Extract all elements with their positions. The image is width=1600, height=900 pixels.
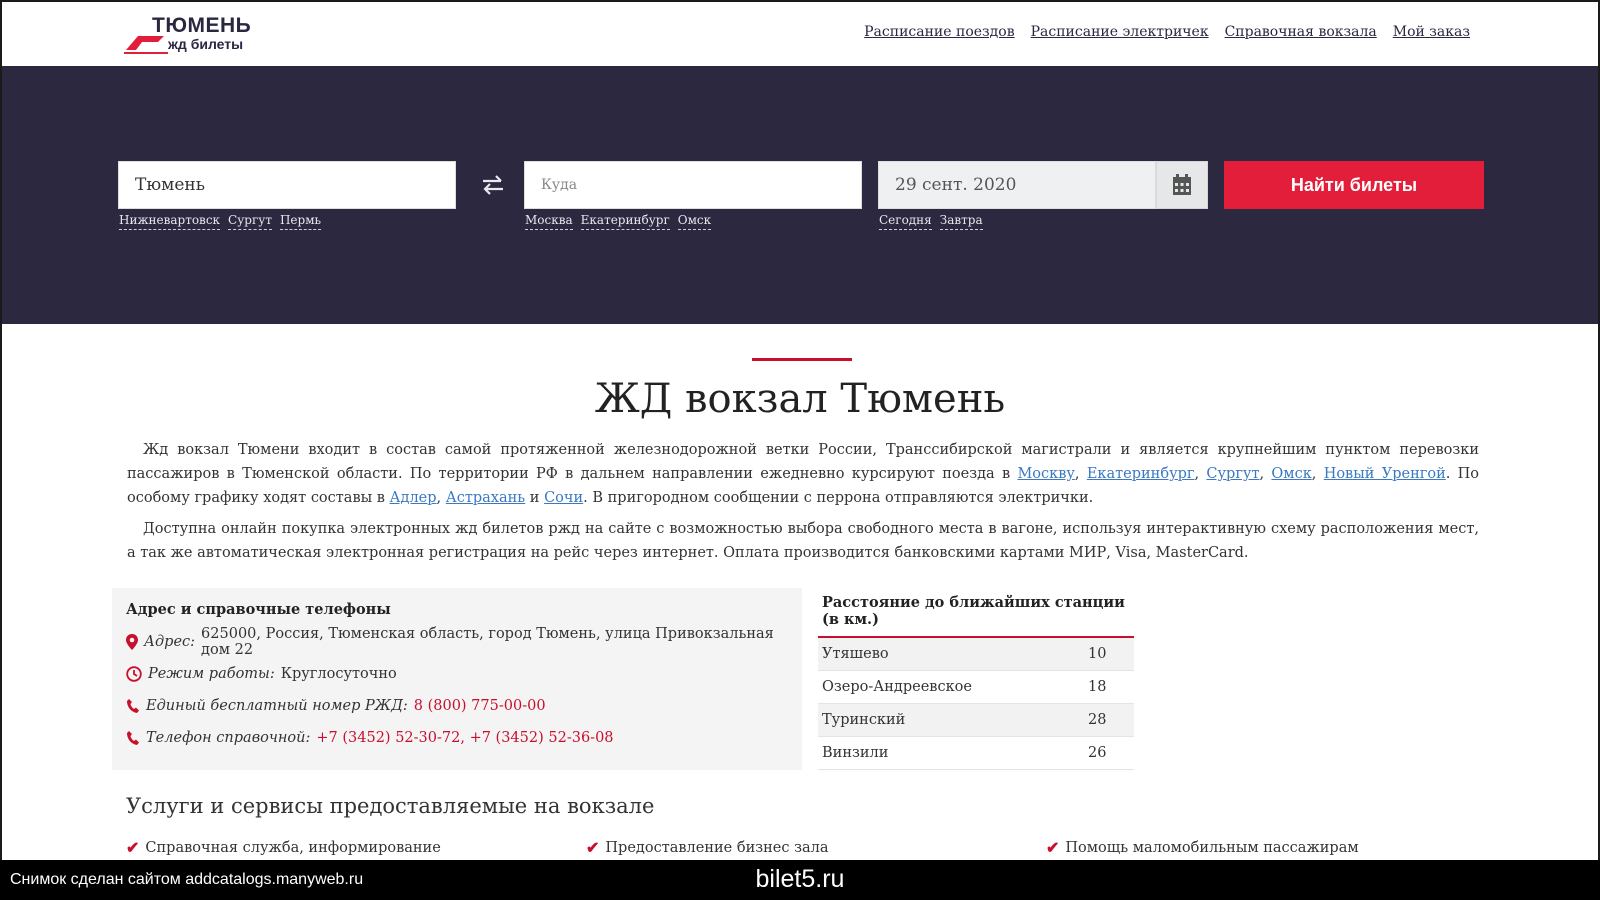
address-row: Адрес: 625000, Россия, Тюменская область…	[126, 626, 788, 658]
link-ekaterinburg[interactable]: Екатеринбург	[1087, 466, 1195, 482]
info-phone-value[interactable]: +7 (3452) 52-30-72, +7 (3452) 52-36-08	[316, 730, 613, 746]
main-nav: Расписание поездов Расписание электричек…	[864, 24, 1470, 40]
service-label: Справочная служба, информирование	[145, 839, 441, 856]
swap-button[interactable]	[478, 172, 508, 198]
find-tickets-button[interactable]: Найти билеты	[1224, 161, 1484, 209]
service-item: ✔ Предоставление бизнес зала	[586, 838, 829, 857]
link-sochi[interactable]: Сочи	[544, 490, 583, 506]
distance-table-title: Расстояние до ближайших станции (в км.)	[818, 590, 1134, 638]
intro-text-3: . В пригородном сообщении с перрона отпр…	[583, 490, 1094, 506]
quick-from-nizhnevartovsk[interactable]: Нижневартовск	[119, 213, 221, 230]
location-pin-icon	[126, 634, 138, 650]
page-frame: ТЮМЕНЬ жд билеты Расписание поездов Расп…	[0, 0, 1600, 860]
from-input[interactable]: Тюмень	[118, 161, 456, 209]
address-box: Адрес и справочные телефоны Адрес: 62500…	[112, 588, 802, 770]
service-label: Помощь маломобильным пассажирам	[1065, 839, 1359, 856]
intro-paragraph: Жд вокзал Тюмени входит в состав самой п…	[127, 442, 1480, 506]
watermark-center-text: bilet5.ru	[755, 865, 845, 893]
logo-title: ТЮМЕНЬ	[152, 14, 252, 37]
from-quick-links: Нижневартовск Сургут Пермь	[119, 213, 322, 230]
date-input[interactable]: 29 сент. 2020	[878, 161, 1156, 209]
date-quick-links: Сегодня Завтра	[879, 213, 983, 230]
calendar-icon	[1173, 174, 1191, 195]
purchase-paragraph: Доступна онлайн покупка электронных жд б…	[127, 521, 1479, 561]
nav-suburban-schedule[interactable]: Расписание электричек	[1031, 24, 1209, 40]
search-hero: Тюмень Куда 29 сент. 2020 Найти билеты Н…	[2, 66, 1598, 324]
address-value: 625000, Россия, Тюменская область, город…	[201, 626, 774, 658]
quick-to-omsk[interactable]: Омск	[677, 213, 712, 230]
service-label: Предоставление бизнес зала	[605, 839, 829, 856]
site-logo[interactable]: ТЮМЕНЬ жд билеты	[124, 14, 254, 58]
link-novy-urengoy[interactable]: Новый Уренгой	[1324, 466, 1446, 482]
link-astrakhan[interactable]: Астрахань	[446, 490, 525, 506]
quick-date-today[interactable]: Сегодня	[879, 213, 932, 230]
page-title: ЖД вокзал Тюмень	[594, 376, 1006, 422]
services-title: Услуги и сервисы предоставляемые на вокз…	[126, 794, 655, 818]
station-name: Утяшево	[822, 646, 889, 662]
hours-value: Круглосуточно	[280, 666, 397, 682]
free-phone-value[interactable]: 8 (800) 775-00-00	[414, 698, 546, 714]
phone-icon	[127, 731, 139, 745]
address-box-title: Адрес и справочные телефоны	[126, 601, 391, 618]
nav-train-schedule[interactable]: Расписание поездов	[864, 24, 1014, 40]
swap-arrows-icon	[483, 175, 503, 195]
quick-to-moscow[interactable]: Москва	[525, 213, 573, 230]
station-name: Туринский	[822, 712, 906, 728]
service-item: ✔ Помощь маломобильным пассажирам	[1046, 838, 1359, 857]
to-input[interactable]: Куда	[524, 161, 862, 209]
calendar-button[interactable]	[1156, 161, 1208, 209]
station-name: Винзили	[822, 745, 889, 761]
screenshot-watermark-bar: Снимок сделан сайтом addcatalogs.manyweb…	[0, 860, 1600, 900]
checkmark-icon: ✔	[126, 838, 140, 857]
quick-from-surgut[interactable]: Сургут	[228, 213, 272, 230]
table-row: Озеро-Андреевское 18	[818, 671, 1134, 704]
station-km: 10	[1088, 646, 1107, 662]
link-moscow[interactable]: Москву	[1017, 466, 1074, 482]
free-phone-label: Единый бесплатный номер РЖД:	[146, 698, 408, 714]
station-km: 28	[1088, 712, 1107, 728]
address-label: Адрес:	[144, 634, 196, 650]
quick-from-perm[interactable]: Пермь	[279, 213, 322, 230]
intro-and: и	[525, 490, 545, 506]
nav-station-info[interactable]: Справочная вокзала	[1225, 24, 1377, 40]
station-km: 26	[1088, 745, 1107, 761]
logo-subtitle: жд билеты	[168, 36, 244, 52]
checkmark-icon: ✔	[1046, 838, 1060, 857]
station-name: Озеро-Андреевское	[822, 679, 972, 695]
link-surgut[interactable]: Сургут	[1206, 466, 1259, 482]
nav-my-order[interactable]: Мой заказ	[1393, 24, 1470, 40]
top-header: ТЮМЕНЬ жд билеты Расписание поездов Расп…	[2, 2, 1598, 66]
table-row: Утяшево 10	[818, 638, 1134, 671]
service-item: ✔ Справочная служба, информирование	[126, 838, 441, 857]
checkmark-icon: ✔	[586, 838, 600, 857]
free-phone-row: Единый бесплатный номер РЖД: 8 (800) 775…	[126, 690, 788, 722]
info-phone-row: Телефон справочной: +7 (3452) 52-30-72, …	[126, 722, 788, 754]
clock-icon	[126, 666, 142, 682]
table-row: Винзили 26	[818, 737, 1134, 770]
hours-label: Режим работы:	[148, 666, 275, 682]
title-accent-line	[752, 358, 852, 361]
phone-icon	[127, 699, 139, 713]
station-km: 18	[1088, 679, 1107, 695]
hours-row: Режим работы: Круглосуточно	[126, 658, 788, 690]
quick-date-tomorrow[interactable]: Завтра	[939, 213, 983, 230]
info-phone-label: Телефон справочной:	[146, 730, 311, 746]
quick-to-ekaterinburg[interactable]: Екатеринбург	[580, 213, 670, 230]
link-adler[interactable]: Адлер	[390, 490, 437, 506]
distance-table: Расстояние до ближайших станции (в км.) …	[818, 590, 1134, 770]
to-quick-links: Москва Екатеринбург Омск	[525, 213, 712, 230]
link-omsk[interactable]: Омск	[1271, 466, 1311, 482]
table-row: Туринский 28	[818, 704, 1134, 737]
